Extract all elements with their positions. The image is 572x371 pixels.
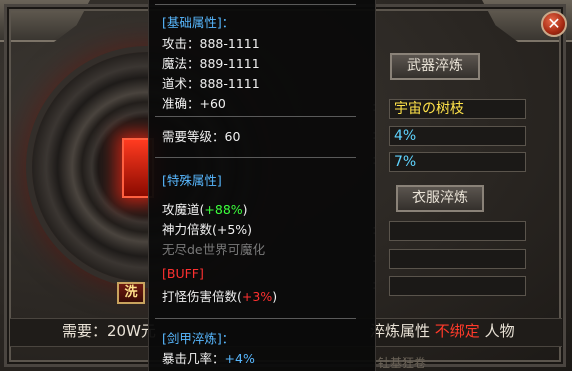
stat-prefix: 攻魔道( (162, 202, 205, 217)
divine-mult-stat: 神力倍数(+5%) (162, 222, 253, 237)
endless-world-note: 无尽de世界可魔化 (162, 242, 266, 257)
divider (155, 116, 356, 117)
weapon-refine-button[interactable]: 武器淬炼 (390, 53, 480, 80)
damage-mult-stat: 打怪伤害倍数(+3%) (162, 286, 277, 305)
armor-field-1 (389, 221, 526, 241)
buff-title: [BUFF] (162, 266, 204, 281)
item-name-field: 宇宙の树枝 (389, 99, 526, 119)
footer-text: 钍基狂卷 (378, 356, 427, 370)
attr-field-1: 4% (389, 126, 526, 146)
sword-refine-title: [剑甲淬炼]： (162, 331, 235, 346)
attr-field-2: 7% (389, 152, 526, 172)
armor-refine-button[interactable]: 衣服淬炼 (396, 185, 484, 212)
stat-prefix: 打怪伤害倍数( (162, 289, 242, 304)
crit-stat: 暴击几率：+4% (162, 348, 255, 367)
cost-label: 需要：20W元 (62, 322, 156, 340)
attack-stat: 攻击：888-1111 (162, 36, 260, 51)
person-label: 人物 (484, 322, 515, 340)
magic-stat: 魔法：889-1111 (162, 56, 260, 71)
close-icon[interactable]: ✕ (541, 11, 567, 37)
stat-suffix: ) (272, 289, 278, 304)
divider (155, 157, 356, 158)
stat-value: +3% (241, 289, 273, 304)
stat-prefix: 暴击几率： (162, 351, 225, 366)
special-attr-title: [特殊属性] (162, 173, 222, 188)
armor-field-2 (389, 249, 526, 269)
divider (155, 318, 356, 319)
level-requirement: 需要等级：60 (162, 129, 241, 144)
atk-magic-tao-stat: 攻魔道(+88%) (162, 199, 248, 218)
refine-attr-label: 淬炼属性 (370, 322, 431, 340)
stat-value: +88% (204, 202, 243, 217)
item-tooltip: [基础属性]： 攻击：888-1111 魔法：889-1111 道术：888-1… (148, 0, 376, 371)
base-attr-title: [基础属性]： (162, 15, 235, 30)
armor-field-3 (389, 276, 526, 296)
not-bound-label: 不绑定 (434, 322, 480, 340)
tao-stat: 道术：888-1111 (162, 76, 260, 91)
accuracy-stat: 准确：+60 (162, 96, 226, 111)
refine-info: 淬炼属性 不绑定 人物 (370, 320, 515, 341)
stat-value: +4% (224, 351, 255, 366)
stat-suffix: ) (242, 202, 248, 217)
divider (155, 4, 356, 5)
wash-button[interactable]: 洗 (117, 282, 145, 304)
